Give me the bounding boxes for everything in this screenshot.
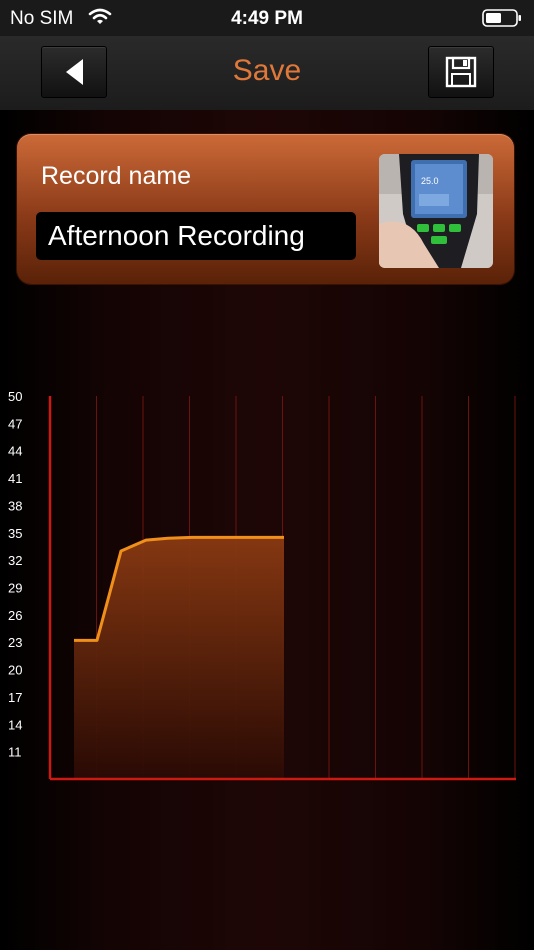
chart-svg: 50 47 44 41 38 35 32 29 26 23 20 17 14 11 (8, 389, 516, 781)
clock: 4:49 PM (231, 8, 303, 29)
record-name-label: Record name (41, 162, 192, 190)
y-tick-label: 47 (8, 416, 22, 431)
thermometer-photo-icon: 25.0 (379, 154, 493, 268)
temperature-chart: 50 47 44 41 38 35 32 29 26 23 20 17 14 11 (0, 380, 534, 800)
y-tick-label: 20 (8, 663, 22, 678)
floppy-disk-icon (445, 56, 477, 88)
y-tick-label: 32 (8, 553, 22, 568)
y-tick-label: 23 (8, 635, 22, 650)
record-card: Record name 25.0 (17, 134, 514, 284)
y-tick-label: 38 (8, 498, 22, 513)
y-tick-label: 35 (8, 526, 22, 541)
y-tick-label: 11 (8, 745, 22, 760)
y-tick-label: 29 (8, 581, 22, 596)
y-tick-label: 50 (8, 389, 22, 404)
y-tick-label: 26 (8, 608, 22, 623)
svg-text:25.0: 25.0 (421, 176, 439, 186)
navigation-bar: Save (0, 36, 534, 110)
chart-area (74, 537, 284, 779)
y-tick-label: 14 (8, 717, 22, 732)
y-tick-label: 17 (8, 690, 22, 705)
y-tick-label: 44 (8, 444, 22, 459)
y-tick-label: 41 (8, 471, 22, 486)
photo-thumbnail[interactable]: 25.0 (379, 154, 493, 268)
status-bar: No SIM 4:49 PM (0, 0, 534, 36)
battery-icon (482, 9, 522, 27)
save-button[interactable] (428, 46, 494, 98)
record-name-input[interactable] (36, 212, 356, 260)
